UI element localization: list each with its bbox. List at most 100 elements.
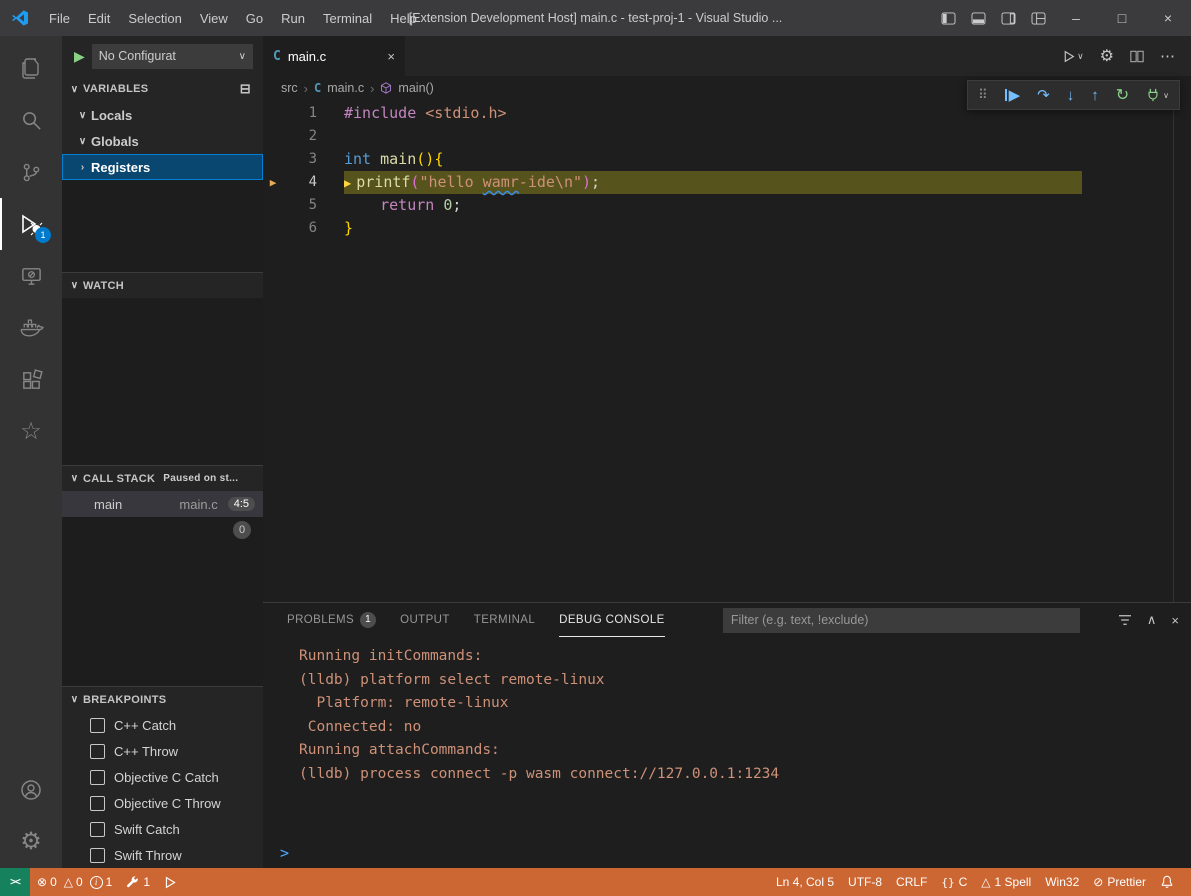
menu-file[interactable]: File (40, 0, 79, 36)
restart-button[interactable]: ↻ (1116, 85, 1129, 105)
activity-search[interactable] (0, 94, 62, 146)
checkbox-icon[interactable] (90, 796, 105, 811)
call-stack-header[interactable]: ∨ CALL STACK Paused on st... (62, 465, 263, 491)
checkbox-icon[interactable] (90, 848, 105, 863)
drag-grip-icon[interactable]: ⠿ (978, 87, 988, 103)
debug-config-dropdown[interactable]: No Configurat ∨ (92, 44, 253, 69)
variables-item-locals[interactable]: ∨Locals (62, 102, 263, 128)
breakpoint-gutter[interactable] (263, 125, 283, 148)
menu-run[interactable]: Run (272, 0, 314, 36)
panel-tab-debug-console[interactable]: DEBUG CONSOLE (559, 603, 665, 637)
activity-source-control[interactable] (0, 146, 62, 198)
watch-empty-area (62, 298, 263, 465)
cursor-position[interactable]: Ln 4, Col 5 (769, 868, 841, 896)
toggle-sidebar-icon[interactable] (933, 0, 963, 36)
platform-indicator[interactable]: Win32 (1038, 868, 1086, 896)
toggle-panel-icon[interactable] (963, 0, 993, 36)
panel-tab-problems[interactable]: PROBLEMS1 (287, 603, 376, 637)
code-text: } (344, 217, 353, 240)
disconnect-button[interactable]: ∨ (1146, 88, 1169, 102)
split-editor-icon[interactable] (1130, 50, 1144, 63)
menu-selection[interactable]: Selection (119, 0, 190, 36)
breakpoint-item[interactable]: Swift Catch (62, 816, 263, 842)
checkbox-icon[interactable] (90, 718, 105, 733)
continue-button[interactable]: ▶ (1005, 86, 1021, 104)
minimize-button[interactable]: – (1053, 0, 1099, 36)
step-over-button[interactable]: ↷ (1037, 86, 1050, 104)
code-line-4[interactable]: ▶4▶printf("hello wamr-ide\n"); (263, 171, 1191, 194)
code-line-3[interactable]: 3int main(){ (263, 148, 1191, 171)
activity-remote-explorer[interactable] (0, 250, 62, 302)
breadcrumb-file[interactable]: main.c (327, 81, 364, 95)
run-or-debug-button[interactable]: ∨ (1062, 50, 1084, 63)
call-stack-frame[interactable]: main main.c 4:5 (62, 491, 263, 517)
maximize-button[interactable]: □ (1099, 0, 1145, 36)
code-line-6[interactable]: 6} (263, 217, 1191, 240)
code-token: "hello (419, 173, 482, 191)
breadcrumb-src[interactable]: src (281, 81, 298, 95)
panel-tab-output[interactable]: OUTPUT (400, 603, 450, 637)
notifications-bell[interactable] (1153, 868, 1181, 896)
activity-explorer[interactable] (0, 42, 62, 94)
activity-accounts[interactable] (0, 764, 62, 816)
maximize-panel-icon[interactable]: ∧ (1147, 612, 1157, 628)
more-actions-icon[interactable]: ⋯ (1160, 47, 1175, 65)
tab-close-icon[interactable]: × (387, 49, 395, 64)
language-mode[interactable]: {} C (934, 868, 974, 896)
code-line-2[interactable]: 2 (263, 125, 1191, 148)
variables-header[interactable]: ∨ VARIABLES ⊟ (62, 76, 263, 102)
tab-main-c[interactable]: C main.c × (263, 36, 405, 76)
step-out-button[interactable]: ↑ (1091, 87, 1099, 104)
menu-view[interactable]: View (191, 0, 237, 36)
console-prompt-icon[interactable]: > (280, 844, 289, 862)
collapse-all-icon[interactable]: ⊟ (240, 81, 257, 97)
checkbox-icon[interactable] (90, 770, 105, 785)
filter-icon[interactable] (1118, 614, 1132, 626)
problems-status[interactable]: ⊗0 △0 i1 (30, 868, 119, 896)
close-panel-icon[interactable]: × (1171, 613, 1179, 628)
spell-checker-status[interactable]: △ 1 Spell (974, 868, 1038, 896)
start-debug-icon[interactable]: ▶ (74, 48, 85, 65)
breakpoint-gutter[interactable] (263, 102, 283, 125)
code-line-5[interactable]: 5 return 0; (263, 194, 1191, 217)
breakpoint-gutter[interactable] (263, 194, 283, 217)
close-button[interactable]: × (1145, 0, 1191, 36)
toolchain-status[interactable]: 1 (119, 868, 157, 896)
activity-docker[interactable] (0, 302, 62, 354)
breadcrumb-symbol[interactable]: main() (398, 81, 433, 95)
watch-header[interactable]: ∨ WATCH (62, 272, 263, 298)
activity-extensions[interactable] (0, 354, 62, 406)
activity-settings[interactable]: ⚙ (0, 816, 62, 868)
menu-terminal[interactable]: Terminal (314, 0, 381, 36)
breakpoint-item[interactable]: Objective C Catch (62, 764, 263, 790)
frame-position-badge: 4:5 (228, 497, 255, 511)
remote-indicator[interactable]: >< (0, 868, 30, 896)
toolchain-gear-icon[interactable]: ⚙ (1100, 46, 1114, 66)
breakpoint-gutter[interactable] (263, 148, 283, 171)
breakpoint-gutter[interactable] (263, 217, 283, 240)
variables-item-globals[interactable]: ∨Globals (62, 128, 263, 154)
formatter-status[interactable]: ⊘ Prettier (1086, 868, 1153, 896)
menu-edit[interactable]: Edit (79, 0, 119, 36)
activity-run-debug[interactable]: 1 (0, 198, 62, 250)
variables-item-registers[interactable]: ›Registers (62, 154, 263, 180)
debug-status[interactable] (157, 868, 184, 896)
code-editor[interactable]: 1#include <stdio.h>23int main(){▶4▶print… (263, 100, 1191, 602)
panel-tab-terminal[interactable]: TERMINAL (474, 603, 535, 637)
eol-indicator[interactable]: CRLF (889, 868, 934, 896)
toggle-secondary-sidebar-icon[interactable] (993, 0, 1023, 36)
breakpoint-item[interactable]: Swift Throw (62, 842, 263, 868)
customize-layout-icon[interactable] (1023, 0, 1053, 36)
console-filter-input[interactable] (723, 608, 1080, 633)
activity-marketplace[interactable]: ☆ (0, 406, 62, 458)
step-into-button[interactable]: ↓ (1067, 87, 1075, 104)
breakpoint-item[interactable]: C++ Throw (62, 738, 263, 764)
checkbox-icon[interactable] (90, 744, 105, 759)
breakpoints-header[interactable]: ∨ BREAKPOINTS (62, 686, 263, 712)
breakpoint-item[interactable]: Objective C Throw (62, 790, 263, 816)
editor-scrollbar[interactable] (1173, 100, 1174, 602)
menu-go[interactable]: Go (237, 0, 272, 36)
breakpoint-item[interactable]: C++ Catch (62, 712, 263, 738)
encoding-indicator[interactable]: UTF-8 (841, 868, 889, 896)
checkbox-icon[interactable] (90, 822, 105, 837)
